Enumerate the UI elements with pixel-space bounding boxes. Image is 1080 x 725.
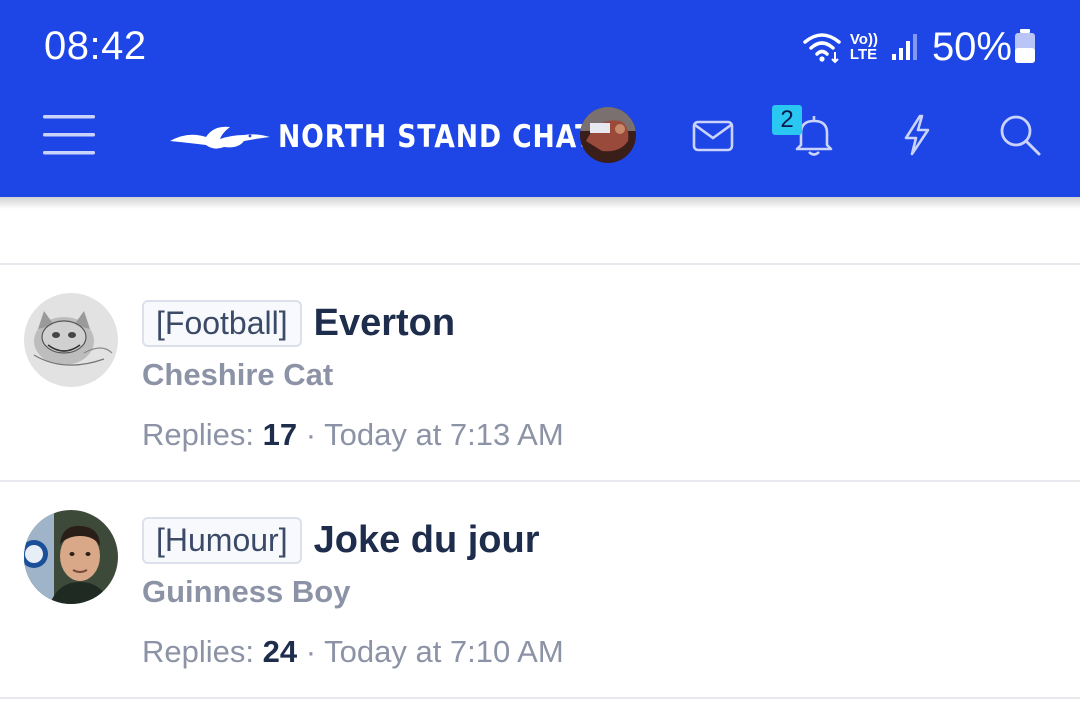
- author-avatar[interactable]: [24, 510, 118, 604]
- seagull-icon: [170, 126, 270, 149]
- whats-new-button[interactable]: [890, 107, 944, 163]
- signal-icon: [890, 32, 920, 62]
- thread-prefix[interactable]: [Humour]: [142, 516, 302, 564]
- lte-indicator: Vo)) LTE: [850, 32, 878, 62]
- meta-separator: ·: [305, 634, 317, 669]
- cheshire-cat-avatar-image: [24, 293, 118, 387]
- thread-author[interactable]: Guinness Boy: [142, 574, 1060, 610]
- lte-label: LTE: [849, 46, 878, 63]
- envelope-icon: [692, 120, 734, 152]
- inbox-button[interactable]: [686, 111, 740, 161]
- status-time: 08:42: [44, 24, 147, 68]
- battery-icon: [1012, 27, 1038, 67]
- site-logo[interactable]: NORTH STAND CHAT: [168, 113, 646, 161]
- replies-count: 17: [262, 417, 298, 452]
- menu-button[interactable]: [30, 105, 108, 165]
- replies-label: Replies:: [142, 417, 254, 452]
- thread-body: [Humour] Joke du jour Guinness Boy Repli…: [142, 514, 1060, 670]
- status-icons: Vo)) LTE 50%: [802, 24, 1038, 70]
- hamburger-icon: [43, 115, 95, 155]
- thread-last-post-time[interactable]: Today at 7:10 AM: [324, 634, 564, 669]
- thread-list: [Football] Everton Cheshire Cat Replies:…: [0, 265, 1080, 699]
- thread-title-line: [Humour] Joke du jour: [142, 514, 1060, 566]
- lightning-icon: [904, 114, 930, 156]
- replies-count: 24: [262, 634, 298, 669]
- user-avatar[interactable]: [580, 107, 636, 163]
- forum-navbar: NORTH STAND CHAT 2: [0, 95, 1080, 197]
- battery-percent: 50%: [931, 24, 1012, 69]
- thread-meta: Replies: 17 · Today at 7:13 AM: [142, 417, 1060, 453]
- wifi-icon: [802, 30, 842, 64]
- alerts-count-badge: 2: [772, 105, 802, 135]
- meta-separator: ·: [305, 417, 317, 452]
- search-icon: [1000, 115, 1041, 156]
- thread-meta: Replies: 24 · Today at 7:10 AM: [142, 634, 1060, 670]
- app-header: 08:42 Vo)) LTE 50% NORTH STAND CHAT 2: [0, 0, 1080, 197]
- thread-last-post-time[interactable]: Today at 7:13 AM: [324, 417, 564, 452]
- volte-label: Vo)): [849, 31, 878, 48]
- status-bar: 08:42 Vo)) LTE 50%: [0, 0, 1080, 95]
- avatar-image: [580, 107, 636, 163]
- guinness-boy-avatar-image: [24, 510, 118, 604]
- thread-title-line: [Football] Everton: [142, 297, 1060, 349]
- alerts-button[interactable]: 2: [772, 105, 844, 163]
- thread-row[interactable]: [Humour] Joke du jour Guinness Boy Repli…: [0, 482, 1080, 699]
- thread-author[interactable]: Cheshire Cat: [142, 357, 1060, 393]
- thread-row[interactable]: [Football] Everton Cheshire Cat Replies:…: [0, 265, 1080, 482]
- thread-prefix[interactable]: [Football]: [142, 299, 302, 347]
- author-avatar[interactable]: [24, 293, 118, 387]
- thread-title[interactable]: Joke du jour: [314, 519, 540, 562]
- search-button[interactable]: [990, 107, 1050, 163]
- thread-body: [Football] Everton Cheshire Cat Replies:…: [142, 297, 1060, 453]
- header-shadow: [0, 197, 1080, 209]
- replies-label: Replies:: [142, 634, 254, 669]
- logo-text: NORTH STAND CHAT: [278, 119, 595, 155]
- thread-title[interactable]: Everton: [314, 302, 455, 345]
